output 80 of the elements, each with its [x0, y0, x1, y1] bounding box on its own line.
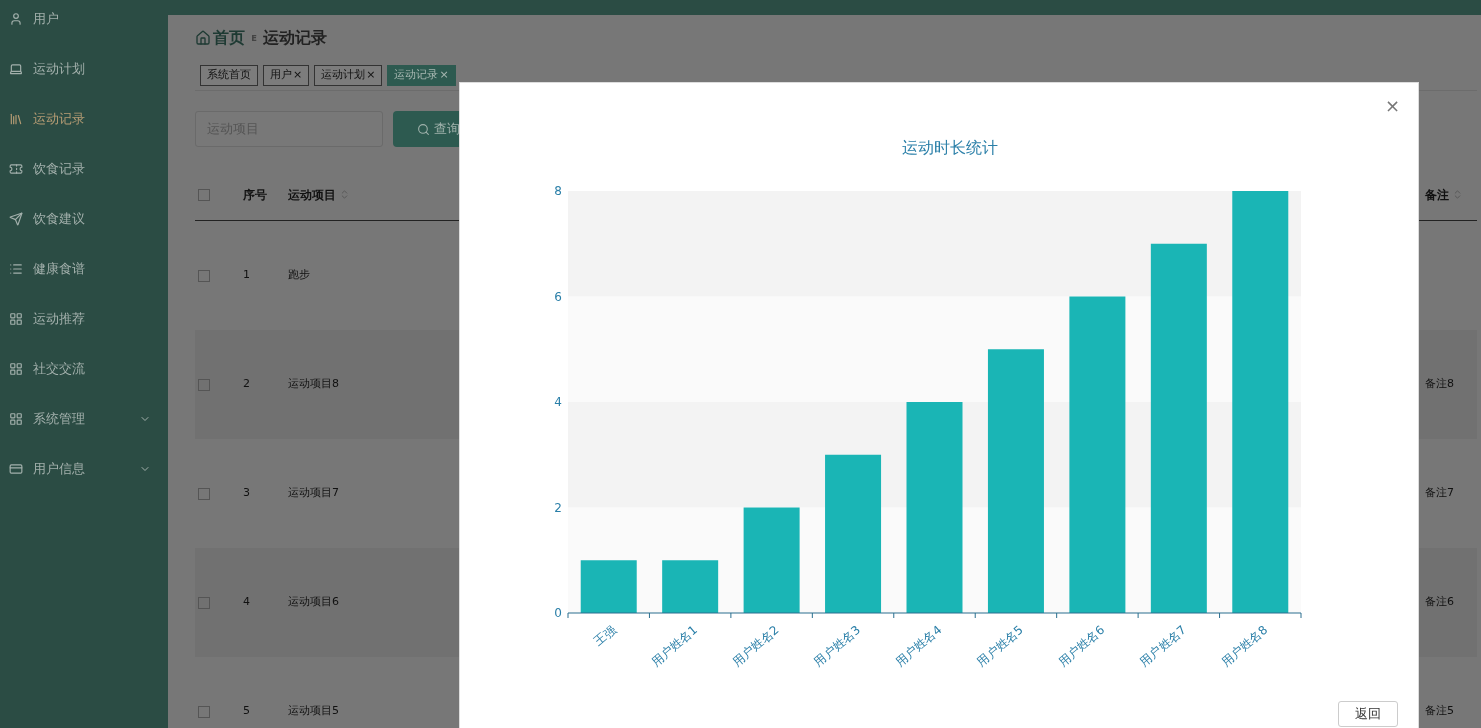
breadcrumb-link[interactable]: 首页	[213, 26, 245, 50]
checkbox[interactable]	[198, 269, 210, 282]
sidebar-label: 饮食记录	[33, 160, 86, 179]
x-tick-label: 用户姓名4	[892, 622, 945, 670]
sidebar-item[interactable]: 运动记录	[0, 94, 168, 144]
y-tick-label: 8	[554, 184, 562, 198]
sidebar-item[interactable]: 用户	[0, 0, 168, 44]
table-cell-text: 备注8	[1425, 376, 1455, 393]
checkbox[interactable]	[198, 596, 210, 609]
home-icon	[195, 30, 211, 46]
x-tick-label: 用户姓名7	[1137, 622, 1189, 670]
page-tab[interactable]: 运动计划×	[314, 65, 383, 86]
sidebar-label: 饮食建议	[33, 210, 86, 229]
sidebar-label: 运动计划	[33, 60, 86, 79]
table-cell-text: 备注6	[1425, 594, 1455, 611]
table-cell: 跑步	[288, 267, 310, 284]
y-tick-label: 6	[554, 289, 562, 304]
sidebar-item[interactable]: 系统管理	[0, 394, 168, 444]
y-tick-label: 2	[554, 500, 562, 515]
books-icon	[9, 112, 23, 126]
sidebar-label: 用户信息	[33, 460, 86, 479]
ticket-icon	[9, 162, 23, 176]
sidebar-label: 健康食谱	[33, 260, 86, 279]
sidebar-item[interactable]: 运动推荐	[0, 294, 168, 344]
back-button[interactable]: 返回	[1338, 701, 1398, 727]
page-tab[interactable]: 系统首页	[200, 65, 258, 86]
table-cell-text: 备注5	[1425, 703, 1455, 720]
x-tick-label: 用户姓名1	[648, 622, 701, 670]
sidebar-item[interactable]: 用户信息	[0, 444, 168, 494]
table-cell-text: 4	[243, 594, 251, 611]
x-tick-label: 用户姓名3	[811, 622, 863, 670]
sidebar-label: 运动推荐	[33, 310, 86, 329]
sidebar-label: 系统管理	[33, 410, 86, 429]
table-cell-text: 备注7	[1425, 485, 1455, 502]
y-tick-label: 4	[554, 395, 562, 409]
table-cell-text: 2	[243, 376, 251, 393]
chart-bar	[662, 560, 719, 613]
checkbox[interactable]	[198, 188, 210, 201]
grid-icon	[9, 412, 23, 426]
sidebar-label: 运动记录	[33, 110, 86, 129]
breadcrumb-current: 运动记录	[263, 27, 328, 49]
checkbox[interactable]	[198, 378, 210, 391]
table-cell: 运动项目6	[288, 594, 339, 611]
column-header[interactable]: 运动项目	[288, 185, 350, 204]
sidebar-item[interactable]: 健康食谱	[0, 244, 168, 294]
grid-icon	[9, 362, 23, 376]
table-cell-text: 5	[243, 703, 251, 720]
chart-bar	[580, 560, 637, 613]
page-tab[interactable]: 用户×	[263, 65, 310, 86]
sidebar-label: 社交交流	[33, 360, 86, 379]
table-cell: 运动项目7	[288, 485, 339, 502]
x-tick-label: 用户姓名2	[729, 622, 782, 670]
table-cell: 运动项目5	[288, 703, 339, 720]
table-cell: 运动项目8	[288, 376, 339, 393]
x-tick-label: 用户姓名5	[974, 622, 1026, 670]
user-icon	[9, 12, 23, 26]
x-tick-label: 王强	[591, 622, 619, 649]
table-cell-text: 1	[243, 267, 251, 284]
x-tick-label: 用户姓名8	[1218, 622, 1271, 670]
x-tick-label: 用户姓名6	[1055, 622, 1108, 670]
laptop-icon	[9, 62, 23, 76]
y-tick-label: 0	[554, 606, 562, 620]
search-icon	[417, 122, 430, 136]
card-icon	[9, 462, 23, 476]
list-icon	[9, 262, 23, 276]
page-tab[interactable]: 运动记录×	[387, 65, 456, 86]
grid-icon	[9, 312, 23, 326]
chart-title: 运动时长统计	[901, 138, 998, 157]
checkbox[interactable]	[198, 487, 210, 500]
checkbox[interactable]	[198, 705, 210, 718]
column-header[interactable]: 备注	[1425, 185, 1477, 204]
sidebar-item[interactable]: 运动计划	[0, 44, 168, 94]
table-cell-text: 3	[243, 485, 251, 502]
paper-plane-icon	[9, 212, 23, 226]
sidebar-item[interactable]: 饮食建议	[0, 194, 168, 244]
close-button[interactable]: ×	[1384, 97, 1400, 115]
sidebar-label: 用户	[33, 10, 60, 29]
column-header[interactable]: 序号	[243, 185, 288, 204]
sidebar-item[interactable]: 社交交流	[0, 344, 168, 394]
sidebar-item[interactable]: 饮食记录	[0, 144, 168, 194]
